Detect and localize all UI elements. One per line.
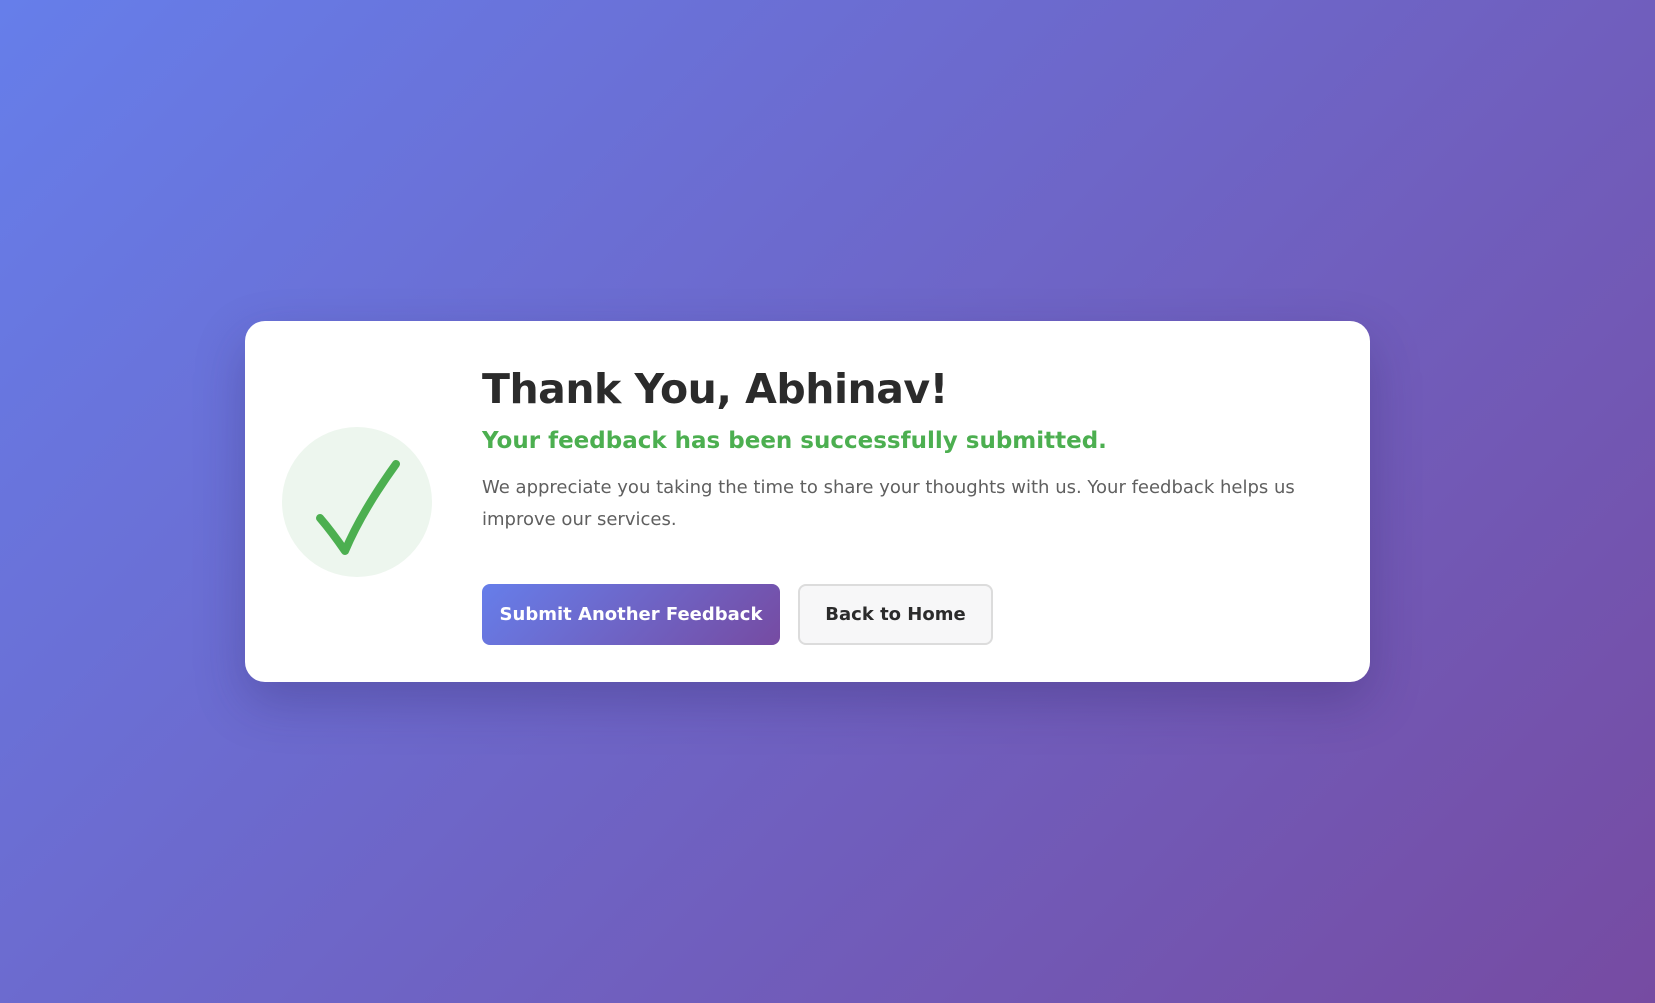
submit-another-feedback-button[interactable]: Submit Another Feedback <box>482 584 780 645</box>
confirmation-content: Thank You, Abhinav! Your feedback has be… <box>482 363 1302 536</box>
page-title: Thank You, Abhinav! <box>482 365 948 413</box>
success-subtitle: Your feedback has been successfully subm… <box>482 428 1107 454</box>
success-icon-circle <box>282 427 432 577</box>
confirmation-card: Thank You, Abhinav! Your feedback has be… <box>245 321 1370 682</box>
action-buttons: Submit Another Feedback Back to Home <box>482 584 993 645</box>
confirmation-message: We appreciate you taking the time to sha… <box>482 477 1295 530</box>
back-to-home-button[interactable]: Back to Home <box>798 584 993 645</box>
checkmark-icon <box>316 460 400 555</box>
